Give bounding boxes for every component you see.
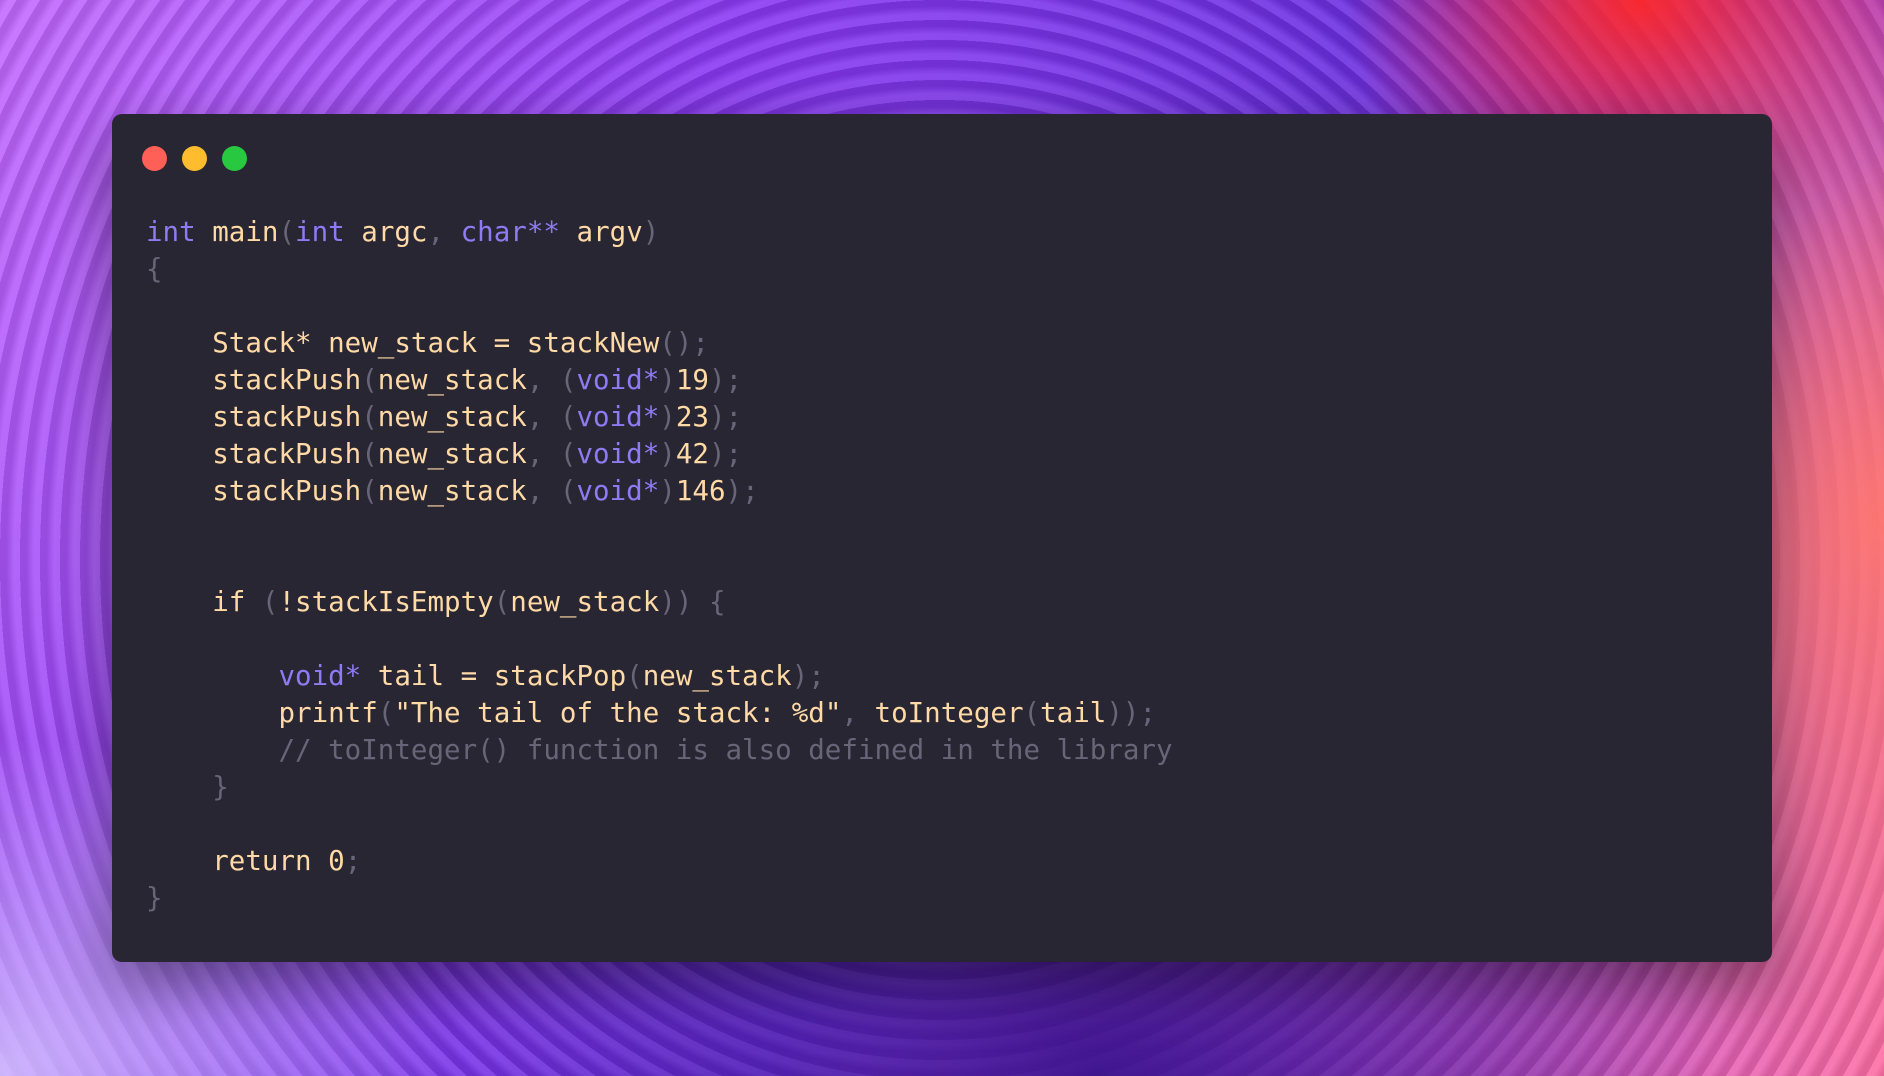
code-token: }	[146, 882, 163, 914]
code-token: ;	[344, 845, 362, 877]
code-token: )	[659, 401, 676, 433]
minimize-button[interactable]	[182, 146, 207, 171]
close-button[interactable]	[142, 146, 167, 171]
code-token: )) {	[659, 586, 726, 618]
code-token: stackPush	[146, 364, 362, 396]
code-token: ,	[841, 697, 875, 729]
code-token: 23	[675, 401, 709, 433]
code-token: tail = stackPop	[361, 660, 627, 692]
code-token: (	[278, 216, 296, 248]
code-token: )	[659, 438, 676, 470]
code-line: {	[146, 251, 1173, 288]
code-line: stackPush(new_stack, (void*)146);	[146, 473, 1173, 510]
code-token: main	[212, 216, 279, 248]
code-token: new_stack	[377, 475, 527, 507]
code-token: );	[708, 401, 743, 433]
code-token: (	[361, 438, 378, 470]
code-line: void* tail = stackPop(new_stack);	[146, 658, 1173, 695]
code-token: argc	[344, 216, 428, 248]
code-token: int	[146, 216, 196, 248]
code-token: )	[642, 216, 660, 248]
code-token: );	[708, 364, 743, 396]
code-token: printf	[146, 697, 378, 729]
code-token: !stackIsEmpty	[278, 586, 494, 618]
code-token: new_stack	[377, 364, 527, 396]
code-token: int	[295, 216, 345, 248]
code-window: int main(int argc, char** argv){ Stack* …	[112, 114, 1772, 962]
code-token: );	[791, 660, 825, 692]
code-token: new_stack	[642, 660, 792, 692]
code-token: void*	[278, 660, 362, 692]
code-token: , (	[526, 401, 577, 433]
code-line: // toInteger() function is also defined …	[146, 732, 1173, 769]
code-token: {	[146, 253, 163, 285]
code-token: );	[725, 475, 759, 507]
code-token: 146	[675, 475, 726, 507]
code-token: )	[659, 475, 676, 507]
code-token: (	[361, 364, 378, 396]
code-token: new_stack	[510, 586, 660, 618]
code-token: ));	[1106, 697, 1156, 729]
code-line: int main(int argc, char** argv)	[146, 214, 1173, 251]
code-token: void*	[576, 475, 660, 507]
code-token: (	[626, 660, 643, 692]
code-line: printf("The tail of the stack: %d", toIn…	[146, 695, 1173, 732]
code-line: return 0;	[146, 843, 1173, 880]
code-line: stackPush(new_stack, (void*)23);	[146, 399, 1173, 436]
code-token: 42	[675, 438, 709, 470]
code-token: void*	[576, 438, 660, 470]
code-token: return	[146, 845, 329, 877]
code-token: void*	[576, 401, 660, 433]
code-token: , (	[526, 364, 577, 396]
code-token: , (	[526, 438, 577, 470]
code-token: char**	[460, 216, 560, 248]
code-token: stackPush	[146, 401, 362, 433]
code-line: stackPush(new_stack, (void*)19);	[146, 362, 1173, 399]
code-token: (	[493, 586, 511, 618]
code-token: (	[377, 697, 395, 729]
code-token: , (	[526, 475, 577, 507]
code-token: if	[146, 586, 246, 618]
code-token: stackPush	[146, 438, 362, 470]
code-token: (	[245, 586, 279, 618]
code-token: (	[1023, 697, 1041, 729]
code-token: );	[708, 438, 743, 470]
code-token: void*	[576, 364, 660, 396]
code-token: }	[146, 771, 229, 803]
code-token: (	[361, 475, 378, 507]
code-token: ,	[427, 216, 461, 248]
code-token: 0	[328, 845, 345, 877]
code-line: Stack* new_stack = stackNew();	[146, 325, 1173, 362]
code-token: // toInteger() function is also defined …	[146, 734, 1173, 766]
code-token: ();	[659, 327, 709, 359]
code-token: (	[361, 401, 378, 433]
code-token: argv	[559, 216, 643, 248]
code-token: new_stack	[377, 438, 527, 470]
code-token: new_stack	[377, 401, 527, 433]
code-token: tail	[1040, 697, 1107, 729]
code-token: toInteger	[874, 697, 1024, 729]
code-token: 19	[675, 364, 709, 396]
zoom-button[interactable]	[222, 146, 247, 171]
window-controls	[142, 146, 247, 171]
code-token: )	[659, 364, 676, 396]
code-block: int main(int argc, char** argv){ Stack* …	[146, 214, 1173, 917]
code-line: }	[146, 769, 1173, 806]
code-line: if (!stackIsEmpty(new_stack)) {	[146, 584, 1173, 621]
code-token: stackPush	[146, 475, 362, 507]
code-token: Stack* new_stack = stackNew	[146, 327, 660, 359]
code-line: stackPush(new_stack, (void*)42);	[146, 436, 1173, 473]
code-line: }	[146, 880, 1173, 917]
code-token: "The tail of the stack: %d"	[394, 697, 842, 729]
